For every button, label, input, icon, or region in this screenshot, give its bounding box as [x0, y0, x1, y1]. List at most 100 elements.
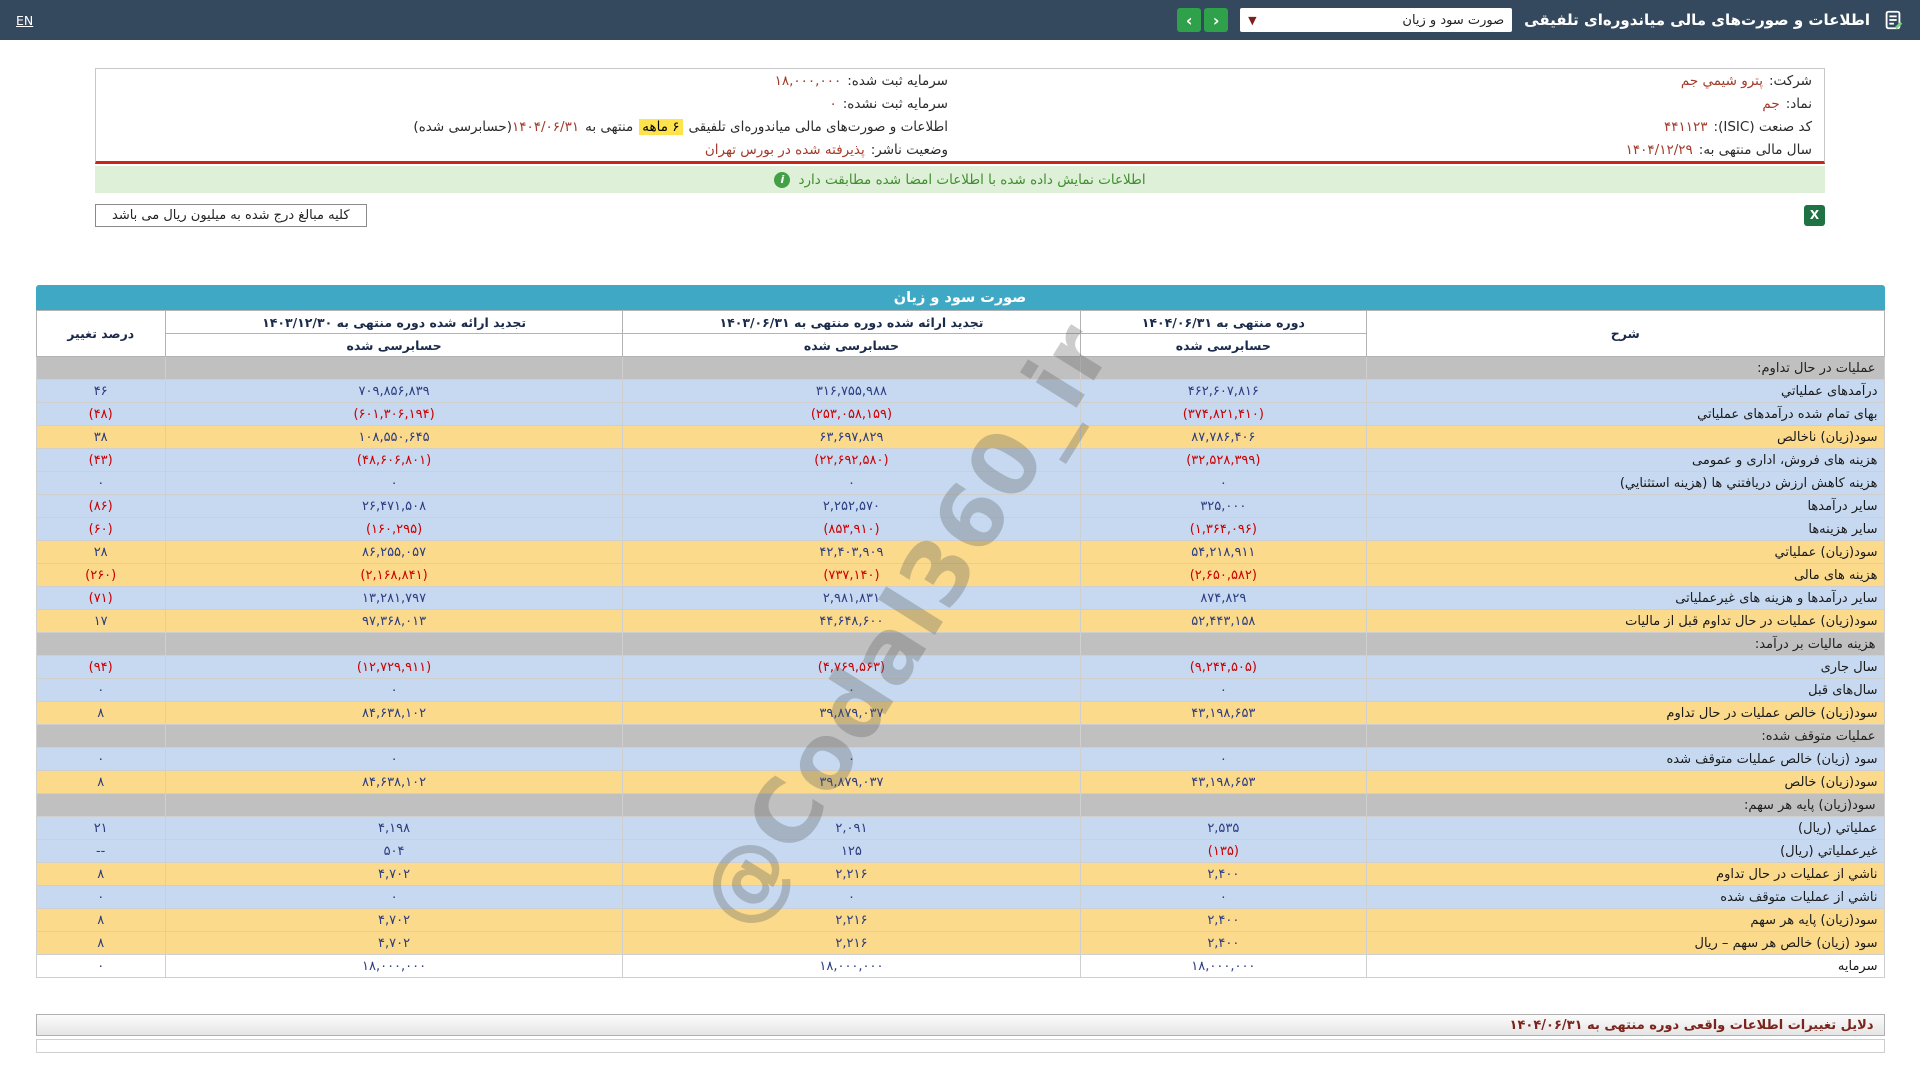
- excel-export-icon[interactable]: X: [1804, 205, 1825, 226]
- section-cell: [36, 633, 165, 656]
- statement-nav: ‹ ›: [1177, 8, 1228, 32]
- row-value: (۷۳۷,۱۴۰): [623, 564, 1080, 587]
- row-value: ۴۳,۱۹۸,۶۵۳: [1080, 771, 1366, 794]
- row-value: (۲۲,۶۹۲,۵۸۰): [623, 449, 1080, 472]
- row-label: سال جاری: [1367, 656, 1884, 679]
- row-value: ۱۰۸,۵۵۰,۶۴۵: [165, 426, 622, 449]
- row-value: ۲,۰۹۱: [623, 817, 1080, 840]
- data-row: سود (زیان) خالص هر سهم – ریال۲,۴۰۰۲,۲۱۶۴…: [36, 932, 1884, 955]
- section-cell: [165, 725, 622, 748]
- row-value: (۶۰): [36, 518, 165, 541]
- row-value: (۲۵۳,۰۵۸,۱۵۹): [623, 403, 1080, 426]
- row-value: ۲۸: [36, 541, 165, 564]
- row-value: ۴۴,۶۴۸,۶۰۰: [623, 610, 1080, 633]
- section-cell: [165, 794, 622, 817]
- row-value: (۲,۱۶۸,۸۴۱): [165, 564, 622, 587]
- row-value: (۸۶): [36, 495, 165, 518]
- row-label: ناشي از عملیات متوقف شده: [1367, 886, 1884, 909]
- data-row: سود(زیان) عملیاتي۵۴,۲۱۸,۹۱۱۴۲,۴۰۳,۹۰۹۸۶,…: [36, 541, 1884, 564]
- registered-capital-field: سرمایه ثبت شده: ۱۸,۰۰۰,۰۰۰: [96, 73, 960, 89]
- row-label: سایر درآمدها و هزینه های غیرعملیاتی: [1367, 587, 1884, 610]
- row-value: ۱۸,۰۰۰,۰۰۰: [165, 955, 622, 978]
- language-toggle-en[interactable]: EN: [16, 13, 33, 28]
- row-value: ۴,۱۹۸: [165, 817, 622, 840]
- row-value: ۲,۲۱۶: [623, 863, 1080, 886]
- row-value: (۳۲,۵۲۸,۳۹۹): [1080, 449, 1366, 472]
- col-header-current-period: دوره منتهی به ۱۴۰۴/۰۶/۳۱: [1080, 311, 1366, 334]
- row-value: (۹۴): [36, 656, 165, 679]
- col-header-restated-year-end: تجدید ارائه شده دوره منتهی به ۱۴۰۳/۱۲/۳۰: [165, 311, 622, 334]
- row-value: ۲,۹۸۱,۸۳۱: [623, 587, 1080, 610]
- info-row: سال مالی منتهی به: ۱۴۰۴/۱۲/۲۹ وضعیت ناشر…: [96, 138, 1824, 161]
- row-value: ۸: [36, 702, 165, 725]
- row-value: ۴۲,۴۰۳,۹۰۹: [623, 541, 1080, 564]
- row-value: ۰: [165, 472, 622, 495]
- row-label: سایر درآمدها: [1367, 495, 1884, 518]
- section-cell: [36, 357, 165, 380]
- row-value: ۳۹,۸۷۹,۰۳۷: [623, 702, 1080, 725]
- company-name-field: شرکت: پترو شیمي جم: [960, 73, 1824, 89]
- prev-statement-button[interactable]: ‹: [1204, 8, 1228, 32]
- row-value: ۲۱: [36, 817, 165, 840]
- row-value: ۳۱۶,۷۵۵,۹۸۸: [623, 380, 1080, 403]
- data-row: سود(زیان) خالص۴۳,۱۹۸,۶۵۳۳۹,۸۷۹,۰۳۷۸۴,۶۳۸…: [36, 771, 1884, 794]
- statement-type-dropdown[interactable]: صورت سود و زیان ▼: [1240, 8, 1512, 32]
- period-end-date: ۱۴۰۴/۰۶/۳۱: [512, 119, 579, 135]
- signature-match-banner: اطلاعات نمایش داده شده با اطلاعات امضا ش…: [95, 166, 1825, 193]
- section-row: سود(زیان) پایه هر سهم:: [36, 794, 1884, 817]
- col-header-restated-prior-period: تجدید ارائه شده دوره منتهی به ۱۴۰۳/۰۶/۳۱: [623, 311, 1080, 334]
- top-navigation-bar: اطلاعات و صورت‌های مالی میاندوره‌ای تلفی…: [0, 0, 1920, 40]
- row-value: ۲,۴۰۰: [1080, 932, 1366, 955]
- row-label: سود (زیان) خالص عملیات متوقف شده: [1367, 748, 1884, 771]
- data-row: سرمایه۱۸,۰۰۰,۰۰۰۱۸,۰۰۰,۰۰۰۱۸,۰۰۰,۰۰۰۰: [36, 955, 1884, 978]
- row-value: ۰: [36, 472, 165, 495]
- data-row: سال‌های قبل۰۰۰۰: [36, 679, 1884, 702]
- company-label: شرکت:: [1769, 73, 1812, 89]
- section-label: سود(زیان) پایه هر سهم:: [1367, 794, 1884, 817]
- row-value: (۳۷۴,۸۲۱,۴۱۰): [1080, 403, 1366, 426]
- row-value: ۸: [36, 909, 165, 932]
- row-value: ۱۲۵: [623, 840, 1080, 863]
- data-row: هزینه های فروش، اداری و عمومی(۳۲,۵۲۸,۳۹۹…: [36, 449, 1884, 472]
- income-statement-table: شرح دوره منتهی به ۱۴۰۴/۰۶/۳۱ تجدید ارائه…: [36, 310, 1885, 978]
- row-value: ۸: [36, 771, 165, 794]
- statement-body: عملیات در حال تداوم:درآمدهای عملیاتي۴۶۲,…: [36, 357, 1884, 978]
- row-value: ۰: [165, 679, 622, 702]
- row-value: (۴,۷۶۹,۵۶۳): [623, 656, 1080, 679]
- changes-reasons-section-header[interactable]: دلایل تغییرات اطلاعات واقعی دوره منتهی ب…: [36, 1014, 1885, 1036]
- row-value: ۲,۴۰۰: [1080, 863, 1366, 886]
- row-label: سود(زیان) عملیاتي: [1367, 541, 1884, 564]
- section-row: عملیات متوقف شده:: [36, 725, 1884, 748]
- row-value: ۲,۲۱۶: [623, 909, 1080, 932]
- row-label: سود(زیان) عملیات در حال تداوم قبل از مال…: [1367, 610, 1884, 633]
- row-value: (۴۸,۶۰۶,۸۰۱): [165, 449, 622, 472]
- section-cell: [1080, 357, 1366, 380]
- section-cell: [623, 633, 1080, 656]
- data-row: سایر درآمدها۳۲۵,۰۰۰۲,۲۵۲,۵۷۰۲۶,۴۷۱,۵۰۸(۸…: [36, 495, 1884, 518]
- section-cell: [623, 725, 1080, 748]
- next-statement-button[interactable]: ›: [1177, 8, 1201, 32]
- data-row: سود(زیان) ناخالص۸۷,۷۸۶,۴۰۶۶۳,۶۹۷,۸۲۹۱۰۸,…: [36, 426, 1884, 449]
- row-value: ۴,۷۰۲: [165, 909, 622, 932]
- row-label: عملیاتي (ریال): [1367, 817, 1884, 840]
- row-value: (۷۱): [36, 587, 165, 610]
- row-value: ۴۳,۱۹۸,۶۵۳: [1080, 702, 1366, 725]
- data-row: سال جاری(۹,۲۴۴,۵۰۵)(۴,۷۶۹,۵۶۳)(۱۲,۷۲۹,۹۱…: [36, 656, 1884, 679]
- row-label: سال‌های قبل: [1367, 679, 1884, 702]
- audited-note: (حسابرسی شده): [413, 119, 512, 135]
- changes-reasons-section-body: [36, 1039, 1885, 1053]
- section-cell: [623, 794, 1080, 817]
- row-value: ۰: [36, 886, 165, 909]
- row-value: ۰: [623, 886, 1080, 909]
- currency-unit-note: کلیه مبالغ درج شده به میلیون ریال می باش…: [95, 204, 367, 227]
- isic-code-field: کد صنعت (ISIC): ۴۴۱۱۲۳: [960, 119, 1824, 135]
- section-cell: [1080, 794, 1366, 817]
- row-label: درآمدهای عملیاتي: [1367, 380, 1884, 403]
- section-label: عملیات متوقف شده:: [1367, 725, 1884, 748]
- section-row: هزینه مالیات بر درآمد:: [36, 633, 1884, 656]
- data-row: غیرعملیاتي (ریال)(۱۳۵)۱۲۵۵۰۴--: [36, 840, 1884, 863]
- banner-text: اطلاعات نمایش داده شده با اطلاعات امضا ش…: [798, 172, 1145, 188]
- data-row: هزینه کاهش ارزش دریافتني ها (هزینه استثن…: [36, 472, 1884, 495]
- row-value: ۸۶,۲۵۵,۰۵۷: [165, 541, 622, 564]
- row-label: هزینه کاهش ارزش دریافتني ها (هزینه استثن…: [1367, 472, 1884, 495]
